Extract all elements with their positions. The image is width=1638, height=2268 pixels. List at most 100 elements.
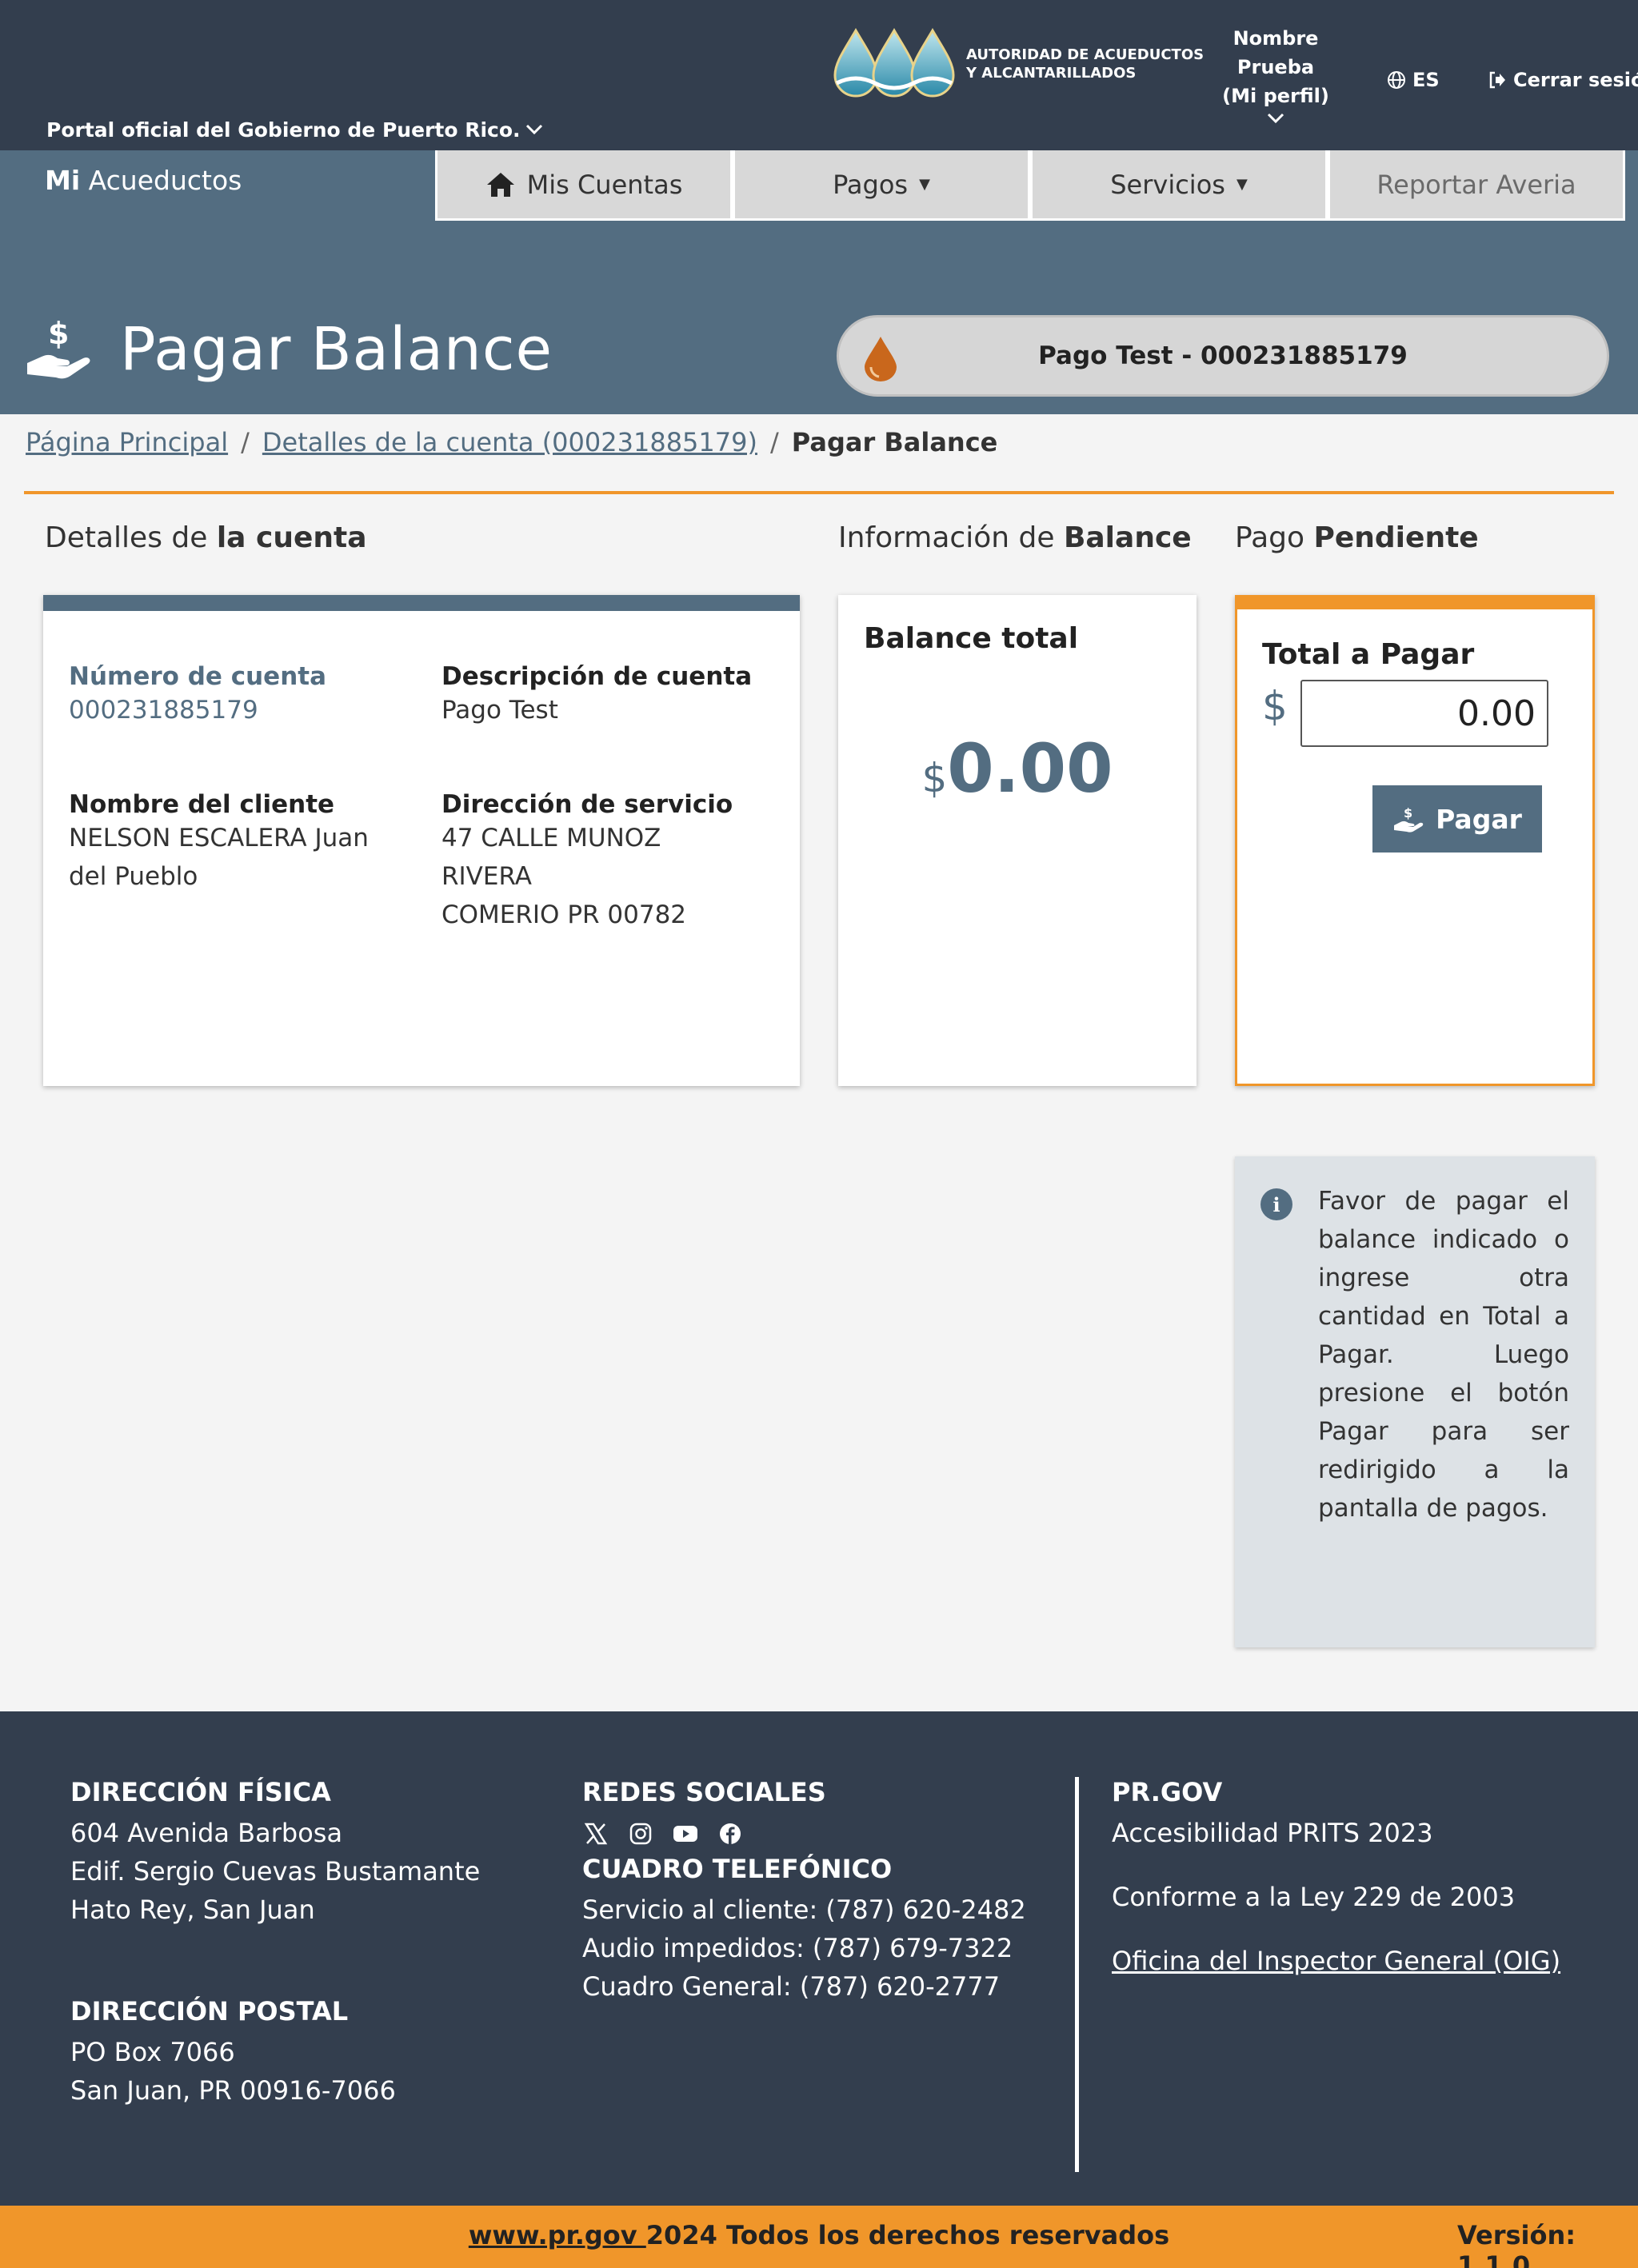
- profile-name-line2: Prueba: [1236, 56, 1315, 78]
- account-selector-pill[interactable]: Pago Test - 000231885179: [837, 315, 1609, 397]
- footer-phone-line: Cuadro General: (787) 620-2777: [582, 1971, 1001, 2002]
- brand-rest: Acueductos: [80, 165, 242, 196]
- svg-text:$: $: [48, 318, 69, 351]
- payment-currency: $: [1262, 683, 1288, 729]
- section-heading-bold: la cuenta: [216, 521, 367, 554]
- section-heading-bold: Balance: [1063, 521, 1192, 554]
- account-number-field: Número de cuenta 000231885179: [69, 662, 326, 729]
- footer-prgov-heading: PR.GOV: [1112, 1777, 1223, 1807]
- client-name-field: Nombre del cliente NELSON ESCALERA Juan …: [69, 790, 405, 896]
- orange-divider: [24, 491, 1614, 494]
- nav-tab-label: Pagos: [833, 169, 909, 200]
- breadcrumb-current: Pagar Balance: [791, 427, 998, 457]
- logout-label: Cerrar sesión: [1513, 69, 1638, 91]
- service-address-line3: COMERIO PR 00782: [441, 900, 687, 929]
- client-name-value: NELSON ESCALERA Juan del Pueblo: [69, 824, 369, 891]
- section-heading-pendiente: Pago Pendiente: [1235, 521, 1479, 554]
- profile-name-line1: Nombre: [1232, 27, 1319, 50]
- section-heading-pre: Pago: [1235, 521, 1314, 554]
- service-address-label: Dirección de servicio: [441, 790, 733, 819]
- page-heading: $ Pagar Balance: [24, 315, 553, 384]
- page-title: Pagar Balance: [120, 315, 553, 384]
- balance-total-label: Balance total: [864, 622, 1079, 655]
- footer-divider: [1075, 1777, 1079, 2172]
- profile-link: (Mi perfil): [1222, 85, 1329, 107]
- brand-mi-acueductos[interactable]: Mi Acueductos: [45, 165, 242, 196]
- breadcrumb-details-link[interactable]: Detalles de la cuenta (000231885179): [262, 427, 757, 457]
- pay-button[interactable]: $ Pagar: [1372, 785, 1542, 852]
- footer-text-line: Edif. Sergio Cuevas Bustamante: [70, 1856, 481, 1887]
- footer-social-heading: REDES SOCIALES: [582, 1777, 826, 1807]
- facebook-icon[interactable]: [717, 1820, 744, 1847]
- copyright-rest: 2024 Todos los derechos reservados: [645, 2220, 1170, 2250]
- footer-text-line: 604 Avenida Barbosa: [70, 1818, 343, 1848]
- payment-info-text: Favor de pagar el balance indicado o ing…: [1318, 1187, 1569, 1523]
- social-links: [582, 1820, 744, 1847]
- account-description-label: Descripción de cuenta: [441, 662, 753, 691]
- breadcrumb-home-link[interactable]: Página Principal: [26, 427, 228, 457]
- balance-currency: $: [921, 755, 948, 801]
- prgov-link[interactable]: www.pr.gov: [469, 2220, 646, 2250]
- breadcrumb-separator: /: [769, 427, 779, 457]
- footer-phone-line: Servicio al cliente: (787) 620-2482: [582, 1895, 1026, 1925]
- brand-bold: Mi: [45, 165, 81, 196]
- service-address-field: Dirección de servicio 47 CALLE MUNOZ RIV…: [441, 790, 761, 934]
- account-number-value: 000231885179: [69, 696, 258, 725]
- gov-portal-label: Portal oficial del Gobierno de Puerto Ri…: [46, 118, 521, 142]
- caret-down-icon: ▼: [1236, 176, 1248, 193]
- nav-tab-label: Mis Cuentas: [526, 169, 683, 200]
- account-number-label: Número de cuenta: [69, 662, 327, 691]
- chevron-down-icon: [1216, 110, 1336, 128]
- footer-accessibility-text: Accesibilidad PRITS 2023: [1112, 1818, 1433, 1848]
- account-description-field: Descripción de cuenta Pago Test: [441, 662, 752, 729]
- language-label: ES: [1412, 69, 1440, 91]
- logout-button[interactable]: Cerrar sesión: [1488, 69, 1638, 91]
- account-description-value: Pago Test: [441, 696, 558, 725]
- language-selector[interactable]: ES: [1387, 69, 1440, 91]
- nav-tab-pagos[interactable]: Pagos ▼: [733, 150, 1030, 221]
- payment-amount-input[interactable]: [1300, 680, 1548, 747]
- section-heading-cuenta: Detalles de la cuenta: [45, 521, 367, 554]
- balance-amount: 0.00: [947, 729, 1113, 808]
- logo-text-line1: AUTORIDAD DE ACUEDUCTOS: [966, 46, 1205, 63]
- hand-dollar-icon: $: [1394, 805, 1424, 833]
- footer-physical-address-heading: DIRECCIÓN FÍSICA: [70, 1777, 331, 1807]
- aaa-logo[interactable]: AUTORIDAD DE ACUEDUCTOS Y ALCANTARILLADO…: [832, 27, 1206, 101]
- home-icon: [486, 172, 514, 197]
- copyright-text: www.pr.gov 2024 Todos los derechos reser…: [0, 2220, 1638, 2250]
- logout-icon: [1489, 71, 1505, 89]
- section-heading-pre: Detalles de: [45, 521, 217, 554]
- instagram-icon[interactable]: [627, 1820, 654, 1847]
- balance-total-value: $0.00: [838, 729, 1197, 808]
- nav-tab-mis-cuentas[interactable]: Mis Cuentas: [435, 150, 733, 221]
- footer-postal-address-heading: DIRECCIÓN POSTAL: [70, 1996, 349, 2026]
- footer-phone-list: Servicio al cliente: (787) 620-2482 Audi…: [582, 1891, 1026, 2006]
- x-twitter-icon[interactable]: [582, 1820, 609, 1847]
- water-drops-logo-icon: [833, 28, 955, 98]
- gov-portal-toggle[interactable]: Portal oficial del Gobierno de Puerto Ri…: [46, 118, 543, 142]
- section-heading-bold: Pendiente: [1313, 521, 1479, 554]
- footer-text-line: San Juan, PR 00916-7066: [70, 2075, 396, 2106]
- svg-text:$: $: [1404, 805, 1412, 821]
- footer-physical-address: 604 Avenida Barbosa Edif. Sergio Cuevas …: [70, 1814, 480, 1929]
- info-icon: i: [1260, 1188, 1292, 1220]
- total-to-pay-label: Total a Pagar: [1262, 638, 1475, 671]
- section-heading-pre: Información de: [838, 521, 1064, 554]
- service-address-line2: RIVERA: [441, 862, 532, 891]
- logo-text-line2: Y ALCANTARILLADOS: [966, 65, 1137, 82]
- pay-button-label: Pagar: [1436, 803, 1522, 835]
- footer-postal-address: PO Box 7066 San Juan, PR 00916-7066: [70, 2033, 396, 2110]
- version-label: Versión: 1.1.0: [1457, 2220, 1576, 2268]
- footer-phone-line: Audio impedidos: (787) 679-7322: [582, 1933, 1013, 1963]
- nav-tab-servicios[interactable]: Servicios ▼: [1030, 150, 1328, 221]
- breadcrumb-separator: /: [241, 427, 250, 457]
- nav-tab-reportar-averia[interactable]: Reportar Averia: [1328, 150, 1625, 221]
- section-heading-balance: Información de Balance: [838, 521, 1192, 554]
- account-pill-label: Pago Test - 000231885179: [1038, 341, 1408, 370]
- footer-phone-heading: CUADRO TELEFÓNICO: [582, 1854, 893, 1884]
- nav-tab-label: Reportar Averia: [1376, 169, 1576, 200]
- footer-law-text: Conforme a la Ley 229 de 2003: [1112, 1882, 1516, 1912]
- youtube-icon[interactable]: [672, 1820, 699, 1847]
- profile-menu[interactable]: Nombre Prueba (Mi perfil): [1216, 24, 1336, 128]
- footer-oig-link[interactable]: Oficina del Inspector General (OIG): [1112, 1942, 1560, 1980]
